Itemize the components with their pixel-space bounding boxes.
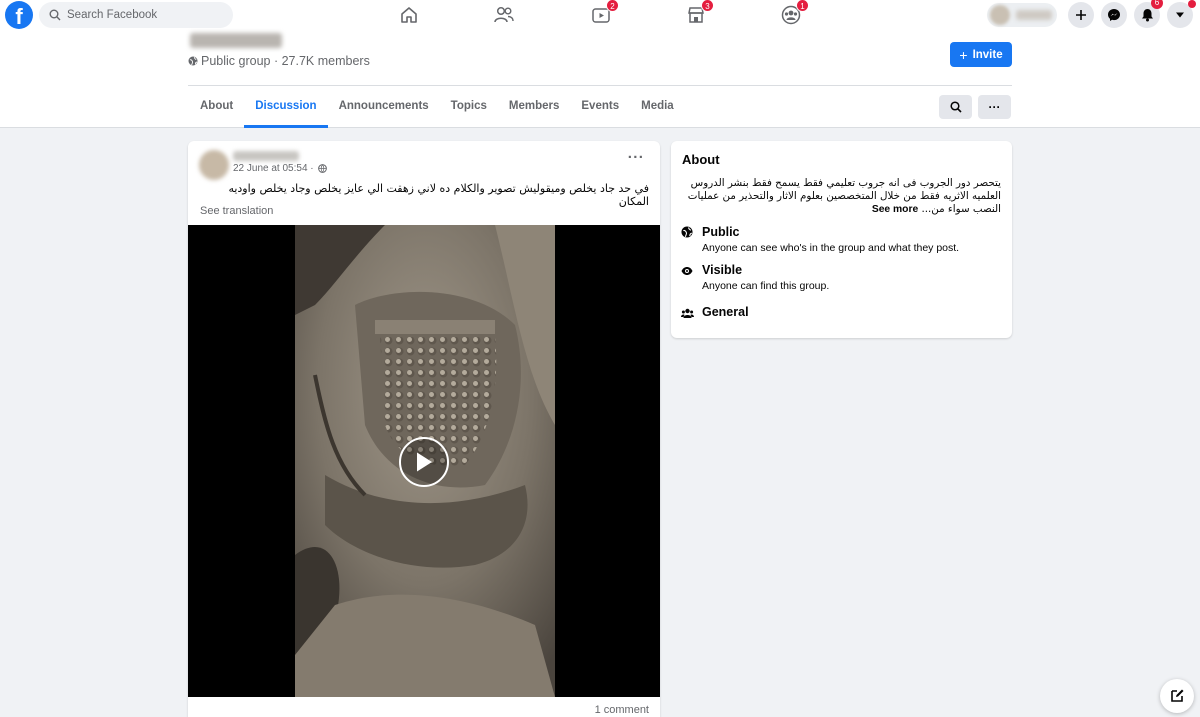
- about-visible-subtitle: Anyone can find this group.: [702, 280, 830, 292]
- top-navigation-bar: f 2 3 1 6: [0, 0, 1200, 30]
- tab-about[interactable]: About: [188, 88, 244, 128]
- search-icon: [49, 9, 61, 21]
- compose-icon: [1171, 689, 1184, 702]
- invite-button[interactable]: + Invite: [950, 42, 1012, 67]
- group-more-button[interactable]: ···: [978, 95, 1011, 119]
- about-general-title: General: [702, 305, 749, 319]
- globe-icon: [188, 56, 198, 66]
- group-search-button[interactable]: [939, 95, 972, 119]
- globe-icon: [317, 164, 327, 173]
- profile-name-blurred: [1016, 10, 1052, 20]
- home-nav-icon[interactable]: [397, 3, 421, 27]
- search-input[interactable]: [67, 9, 217, 21]
- globe-icon: [681, 226, 693, 238]
- tab-discussion[interactable]: Discussion: [244, 88, 328, 128]
- groups-badge: 1: [796, 0, 809, 12]
- watch-badge: 2: [606, 0, 619, 12]
- invite-label: Invite: [972, 48, 1003, 61]
- header-divider: [188, 85, 1012, 86]
- watch-nav-icon[interactable]: 2: [589, 0, 619, 27]
- friends-nav-icon[interactable]: [492, 3, 516, 27]
- see-more-link[interactable]: See more: [872, 204, 918, 215]
- tab-topics[interactable]: Topics: [440, 88, 498, 128]
- about-description-text: يتحصر دور الجروب فى انه جروب تعليمي فقط …: [687, 177, 1001, 215]
- video-player[interactable]: [188, 225, 660, 697]
- about-public-subtitle: Anyone can see who's in the group and wh…: [702, 242, 960, 254]
- search-icon: [949, 101, 962, 113]
- comment-count[interactable]: 1 comment: [595, 704, 649, 716]
- plus-icon: [1076, 10, 1086, 20]
- search-box[interactable]: [39, 2, 233, 28]
- marketplace-nav-icon[interactable]: 3: [684, 0, 714, 27]
- post-author-avatar[interactable]: [199, 150, 229, 180]
- post-author-name-blurred[interactable]: [233, 151, 299, 161]
- post-options-button[interactable]: ···: [624, 150, 648, 171]
- bell-icon: [1141, 9, 1153, 22]
- marketplace-badge: 3: [701, 0, 714, 12]
- about-card: About يتحصر دور الجروب فى انه جروب تعليم…: [671, 141, 1012, 338]
- see-translation-link[interactable]: See translation: [200, 205, 273, 217]
- more-icon: ···: [988, 100, 1001, 114]
- tab-events[interactable]: Events: [570, 88, 630, 128]
- account-menu-button[interactable]: [1167, 0, 1196, 28]
- group-privacy-members: Public group · 27.7K members: [201, 54, 370, 68]
- about-row-visible: Visible Anyone can find this group.: [681, 263, 829, 292]
- play-icon: [417, 452, 432, 472]
- about-row-public: Public Anyone can see who's in the group…: [681, 225, 959, 254]
- messenger-button[interactable]: [1101, 2, 1127, 28]
- about-description: يتحصر دور الجروب فى انه جروب تعليمي فقط …: [682, 177, 1001, 216]
- group-name-blurred: [190, 33, 282, 48]
- tab-media[interactable]: Media: [630, 88, 685, 128]
- facebook-logo-icon[interactable]: f: [5, 1, 33, 29]
- new-message-button[interactable]: [1160, 679, 1194, 713]
- account-alert-dot: [1188, 0, 1196, 8]
- caret-down-icon: [1176, 12, 1184, 18]
- messenger-icon: [1108, 9, 1120, 21]
- eye-icon: [681, 267, 693, 275]
- profile-chip[interactable]: [987, 3, 1057, 27]
- groups-nav-icon[interactable]: 1: [779, 0, 809, 27]
- tab-announcements[interactable]: Announcements: [328, 88, 440, 128]
- group-tabs: About Discussion Announcements Topics Me…: [188, 88, 685, 128]
- avatar: [990, 5, 1010, 25]
- tab-members[interactable]: Members: [498, 88, 571, 128]
- people-icon: [681, 308, 694, 318]
- about-public-title: Public: [702, 225, 740, 239]
- create-button[interactable]: [1068, 2, 1094, 28]
- group-meta: Public group · 27.7K members: [188, 54, 370, 68]
- about-visible-title: Visible: [702, 263, 743, 277]
- plus-icon: +: [959, 46, 968, 63]
- about-row-general: General: [681, 305, 749, 321]
- post-timestamp: 22 June at 05:54 ·: [233, 163, 327, 174]
- post-card: 22 June at 05:54 · ··· في حد جاد يخلص وم…: [188, 141, 660, 717]
- about-title: About: [682, 152, 720, 167]
- post-time-text[interactable]: 22 June at 05:54 ·: [233, 163, 314, 174]
- group-header: Public group · 27.7K members + Invite Ab…: [0, 30, 1200, 128]
- notifications-badge: 6: [1151, 0, 1163, 9]
- notifications-button[interactable]: 6: [1134, 0, 1163, 28]
- play-button[interactable]: [399, 437, 449, 487]
